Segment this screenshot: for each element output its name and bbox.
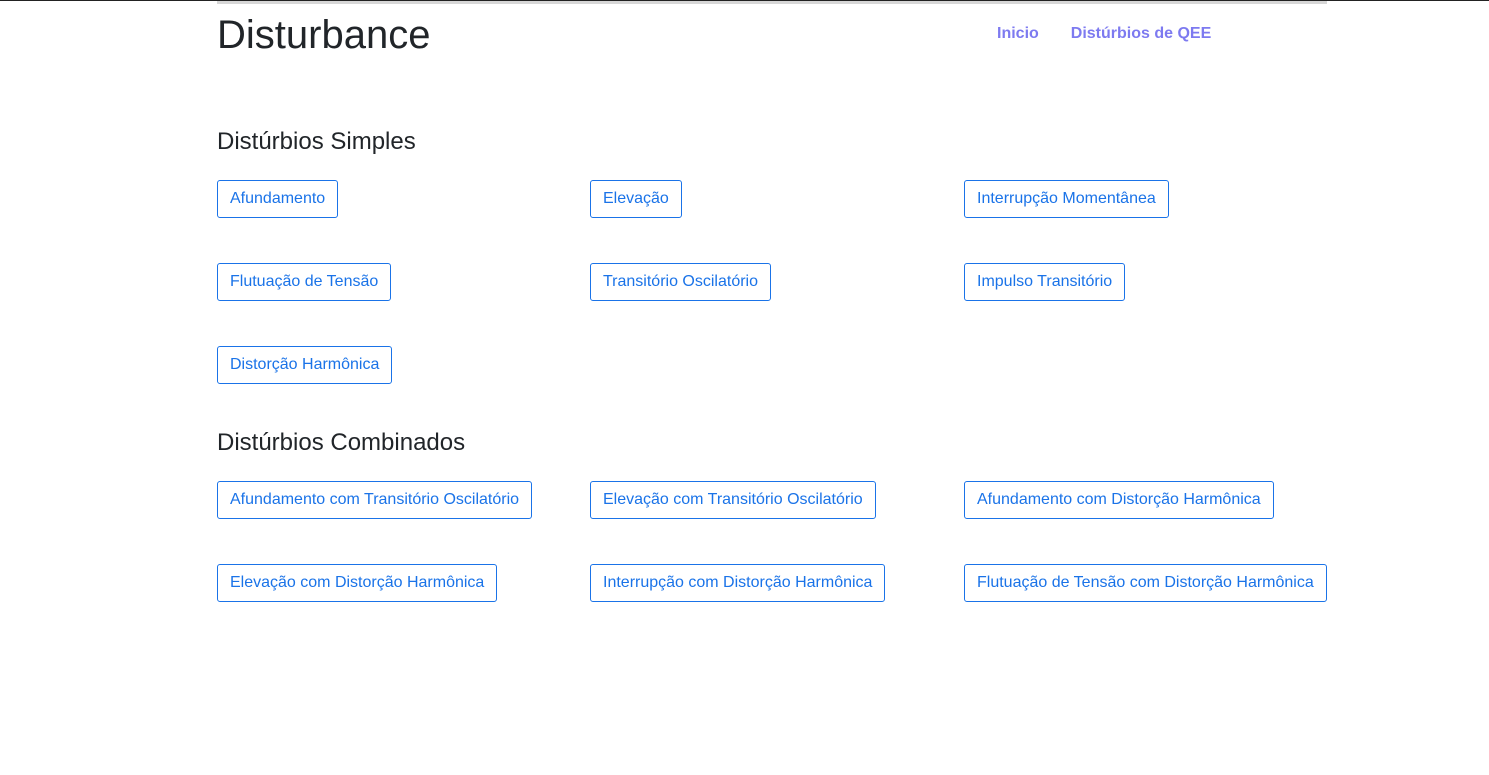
afundamento-distorcao-button[interactable]: Afundamento com Distorção Harmônica — [964, 481, 1274, 519]
elevacao-button[interactable]: Elevação — [590, 180, 682, 218]
button-row: Elevação com Distorção Harmônica Interru… — [217, 564, 1327, 647]
afundamento-transitorio-button[interactable]: Afundamento com Transitório Oscilatório — [217, 481, 533, 519]
button-row: Afundamento Elevação Interrupção Momentâ… — [217, 180, 1327, 263]
button-row: Afundamento com Transitório Oscilatório … — [217, 481, 1327, 564]
impulso-transitorio-button[interactable]: Impulso Transitório — [964, 263, 1126, 301]
simple-disturbances-grid: Afundamento Elevação Interrupção Momentâ… — [217, 180, 1327, 429]
header-bar — [217, 1, 1327, 4]
top-nav: Inicio Distúrbios de QEE — [997, 24, 1211, 44]
distorcao-harmonica-button[interactable]: Distorção Harmônica — [217, 346, 393, 384]
combined-disturbances-grid: Afundamento com Transitório Oscilatório … — [217, 481, 1327, 647]
elevacao-distorcao-button[interactable]: Elevação com Distorção Harmônica — [217, 564, 498, 602]
elevacao-transitorio-button[interactable]: Elevação com Transitório Oscilatório — [590, 481, 876, 519]
brand-title[interactable]: Disturbance — [217, 12, 430, 58]
section-title-combinados: Distúrbios Combinados — [217, 429, 466, 456]
flutuacao-distorcao-button[interactable]: Flutuação de Tensão com Distorção Harmôn… — [964, 564, 1327, 602]
main-container: Disturbance Inicio Distúrbios de QEE Dis… — [217, 0, 1327, 775]
nav-link-inicio[interactable]: Inicio — [997, 24, 1039, 44]
flutuacao-tensao-button[interactable]: Flutuação de Tensão — [217, 263, 392, 301]
nav-link-disturbios-qee[interactable]: Distúrbios de QEE — [1071, 24, 1211, 44]
interrupcao-momentanea-button[interactable]: Interrupção Momentânea — [964, 180, 1169, 218]
section-title-simples: Distúrbios Simples — [217, 128, 416, 155]
interrupcao-distorcao-button[interactable]: Interrupção com Distorção Harmônica — [590, 564, 886, 602]
transitorio-oscilatorio-button[interactable]: Transitório Oscilatório — [590, 263, 772, 301]
afundamento-button[interactable]: Afundamento — [217, 180, 339, 218]
button-row: Flutuação de Tensão Transitório Oscilató… — [217, 263, 1327, 346]
button-row: Distorção Harmônica — [217, 346, 1327, 429]
